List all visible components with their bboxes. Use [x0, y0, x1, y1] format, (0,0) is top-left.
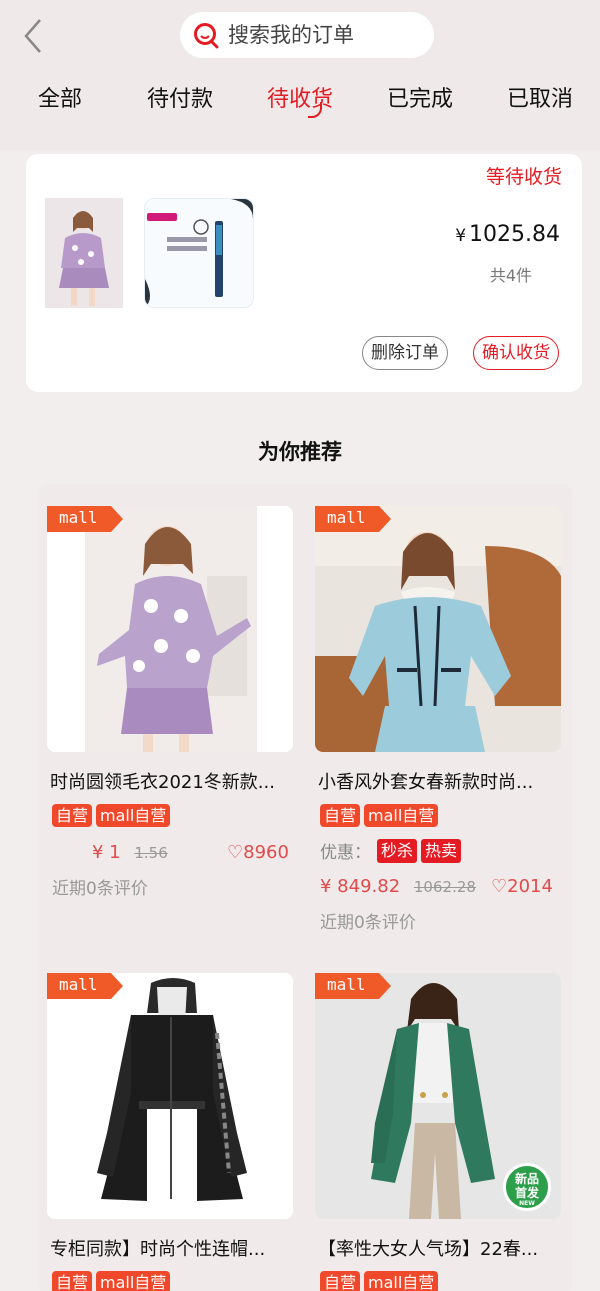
- confirm-receipt-button[interactable]: 确认收货: [473, 336, 559, 370]
- new-badge-line2: 首发: [514, 1186, 539, 1200]
- mall-self-operated-badge: mall自营: [364, 804, 439, 827]
- recommend-panel: mall 时尚圆领毛衣2021冬新款... 自营 mall自营 ¥ 1 1.56…: [38, 484, 572, 1291]
- flash-sale-tag: 秒杀: [377, 838, 418, 863]
- order-item-count: 共4件: [489, 266, 532, 285]
- review-count: 近期0条评价: [52, 879, 148, 899]
- original-price: 1062.28: [413, 878, 476, 896]
- mall-tag-label: mall: [59, 508, 98, 527]
- product-name: 专柜同款】时尚个性连帽...: [50, 1239, 266, 1260]
- header: 全部 待付款 待收货 已完成 已取消: [0, 0, 600, 150]
- hot-sale-tag: 热卖: [421, 838, 462, 863]
- product-price: ¥ 1: [92, 842, 121, 863]
- order-status: 等待收货: [485, 166, 562, 188]
- likes-count[interactable]: ♡2014: [491, 876, 553, 897]
- order-tabs: 全部 待付款 待收货 已完成 已取消: [0, 78, 600, 122]
- black-trench-coat-photo: [47, 973, 293, 1219]
- tab-label: 待收货: [266, 87, 333, 112]
- mall-tag: mall: [315, 973, 391, 999]
- mall-self-operated-badge: mall自营: [96, 1271, 171, 1291]
- mall-self-operated-badge: mall自营: [96, 804, 171, 827]
- mall-tag: mall: [47, 973, 123, 999]
- mascara-image: [145, 199, 253, 307]
- likes-count[interactable]: ♡8960: [227, 842, 289, 863]
- badges: 自营 mall自营: [52, 804, 171, 827]
- self-operated-badge: 自营: [52, 1271, 93, 1291]
- price-row: ¥ 849.82 1062.28: [320, 876, 476, 897]
- new-badge-line3: NEW: [519, 1200, 535, 1207]
- product-name: 【率性大女人气场】22春...: [318, 1239, 539, 1260]
- product-name: 小香风外套女春新款时尚...: [318, 772, 534, 793]
- mall-tag: mall: [315, 506, 391, 532]
- self-operated-badge: 自营: [52, 804, 93, 827]
- order-total-price: ¥1025.84: [455, 222, 560, 247]
- product-image: [315, 506, 561, 752]
- product-image: 新品 首发 NEW: [315, 973, 561, 1219]
- promo-label: 优惠：: [320, 843, 371, 863]
- tab-pending-payment[interactable]: 待付款: [120, 78, 240, 122]
- badges: 自营 mall自营: [320, 804, 439, 827]
- self-operated-badge: 自营: [320, 804, 361, 827]
- tweed-jacket-photo: [315, 506, 561, 752]
- tab-completed[interactable]: 已完成: [360, 78, 480, 122]
- new-release-badge: 新品 首发 NEW: [503, 1163, 551, 1211]
- mall-tag: mall: [47, 506, 123, 532]
- mall-tag-label: mall: [59, 975, 98, 994]
- price-row: ¥ 1 1.56: [92, 842, 168, 863]
- chevron-left-icon: [24, 19, 41, 53]
- product-thumbnail-sweater[interactable]: [45, 198, 123, 308]
- product-price: ¥ 849.82: [320, 876, 401, 897]
- tab-all[interactable]: 全部: [0, 78, 120, 122]
- order-card[interactable]: 等待收货 ¥1025.84 共4件 删除订单 确认收货: [26, 154, 582, 392]
- product-name: 时尚圆领毛衣2021冬新款...: [50, 772, 275, 793]
- mall-tag-label: mall: [327, 975, 366, 994]
- delete-order-button[interactable]: 删除订单: [362, 336, 448, 370]
- mall-tag-label: mall: [327, 508, 366, 527]
- search-input[interactable]: [228, 23, 418, 47]
- new-badge-line1: 新品: [514, 1172, 539, 1186]
- search-icon: [194, 23, 219, 49]
- tab-cancelled[interactable]: 已取消: [480, 78, 600, 122]
- currency-symbol: ¥: [455, 226, 467, 246]
- self-operated-badge: 自营: [320, 1271, 361, 1291]
- sweater-girl-image: [45, 198, 123, 308]
- badges: 自营 mall自营: [52, 1271, 171, 1291]
- recommend-title: 为你推荐: [258, 440, 342, 464]
- product-image: [47, 973, 293, 1219]
- tab-pending-receipt[interactable]: 待收货: [240, 78, 360, 122]
- back-button[interactable]: [20, 16, 50, 56]
- product-thumbnail-mascara[interactable]: [144, 198, 254, 308]
- promo-row: 优惠： 秒杀 热卖: [320, 838, 462, 863]
- active-tab-indicator: [308, 102, 322, 118]
- original-price: 1.56: [134, 844, 168, 862]
- mall-self-operated-badge: mall自营: [364, 1271, 439, 1291]
- price-value: 1025.84: [469, 222, 560, 247]
- product-image: [47, 506, 293, 752]
- search-bar[interactable]: [180, 12, 434, 58]
- lavender-sweater-photo: [47, 506, 293, 752]
- review-count: 近期0条评价: [320, 913, 416, 933]
- badges: 自营 mall自营: [320, 1271, 439, 1291]
